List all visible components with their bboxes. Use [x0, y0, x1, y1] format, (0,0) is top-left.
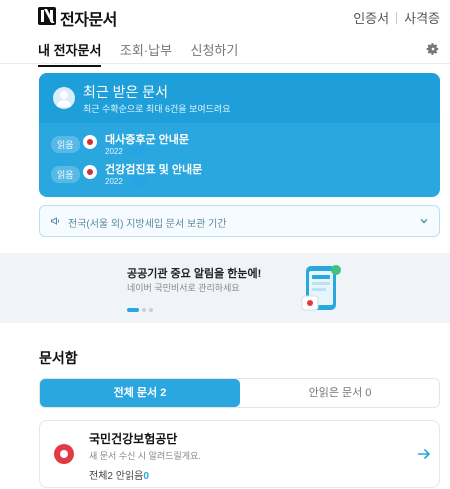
tab-application[interactable]: 신청하기: [191, 40, 239, 65]
total-count: 2: [107, 471, 113, 482]
phone-illustration-icon: [301, 265, 341, 311]
date-redaction: [131, 147, 147, 156]
recent-header: 최근 받은 문서 최근 수확순으로 최대 6건을 보여드려요: [39, 73, 440, 123]
recent-subtitle: 최근 수확순으로 최대 6건을 보여드려요: [83, 104, 231, 114]
unread-count: 0: [143, 471, 149, 482]
read-badge: 읽음: [51, 166, 80, 183]
avatar: [53, 87, 75, 109]
document-title: 대사증후군 안내문: [105, 134, 190, 146]
org-description: 새 문서 수신 시 알려드릴게요.: [89, 451, 201, 461]
arrow-right-icon[interactable]: [417, 448, 431, 460]
nhis-logo-icon: [83, 135, 97, 149]
carousel-dot[interactable]: [149, 307, 153, 312]
inbox-filter: 전체 문서 2 안읽은 문서 0: [39, 378, 440, 408]
gear-icon[interactable]: [426, 42, 440, 56]
recent-document-item[interactable]: 읽음 대사증후군 안내문 2022: [51, 129, 431, 159]
main-tabs: 내 전자문서 조회·납부 신청하기: [38, 40, 252, 67]
notice-bar[interactable]: 전국(서울 외) 지방세입 문서 보관 기간: [39, 205, 440, 237]
nhis-logo-icon: [83, 165, 97, 179]
promo-banner[interactable]: 공공기관 중요 알림을 한눈에! 네이버 국민비서로 관리하세요: [0, 253, 450, 323]
read-badge: 읽음: [51, 136, 80, 153]
divider: [396, 12, 398, 24]
chevron-down-icon[interactable]: [419, 216, 429, 226]
nhis-logo-icon: [54, 444, 74, 464]
header-links: 인증서 사격증: [353, 8, 440, 27]
total-label: 전체: [89, 471, 108, 482]
naver-logo-icon[interactable]: [38, 7, 56, 25]
tabs-divider: [0, 63, 450, 64]
inbox-heading: 문서함: [39, 350, 78, 366]
app-header: 전자문서 인증서 사격증: [0, 0, 450, 34]
org-counts: 전체2 안읽음0: [89, 467, 149, 482]
carousel-dots: [127, 301, 156, 319]
notice-text: 전국(서울 외) 지방세입 문서 보관 기간: [68, 219, 227, 230]
document-date: 2022: [105, 147, 123, 156]
recent-title: 최근 받은 문서: [83, 84, 169, 100]
banner-subtitle: 네이버 국민비서로 관리하세요: [127, 283, 240, 293]
org-name: 국민건강보험공단: [89, 432, 178, 446]
recent-documents-card: 최근 받은 문서 최근 수확순으로 최대 6건을 보여드려요 읽음 대사증후군 …: [39, 73, 440, 197]
carousel-dot-active[interactable]: [127, 307, 139, 312]
org-inbox-card[interactable]: 국민건강보험공단 새 문서 수신 시 알려드릴게요. 전체2 안읽음0: [39, 420, 440, 488]
recent-document-item[interactable]: 읽음 건강검진표 및 안내문 2022: [51, 159, 431, 189]
megaphone-icon: [51, 217, 60, 225]
license-link[interactable]: 사격증: [404, 11, 440, 26]
document-date: 2022: [105, 177, 123, 186]
date-redaction: [131, 177, 147, 186]
unread-documents-button[interactable]: 안읽은 문서 0: [240, 379, 440, 407]
unread-label: 안읽음: [115, 471, 144, 482]
document-title: 건강검진표 및 안내문: [105, 164, 203, 176]
certificate-link[interactable]: 인증서: [353, 11, 389, 26]
page-title: 전자문서: [60, 12, 117, 29]
carousel-dot[interactable]: [142, 307, 146, 312]
banner-title: 공공기관 중요 알림을 한눈에!: [127, 268, 262, 280]
tab-inquiry-payment[interactable]: 조회·납부: [120, 40, 172, 65]
all-documents-button[interactable]: 전체 문서 2: [40, 379, 240, 407]
